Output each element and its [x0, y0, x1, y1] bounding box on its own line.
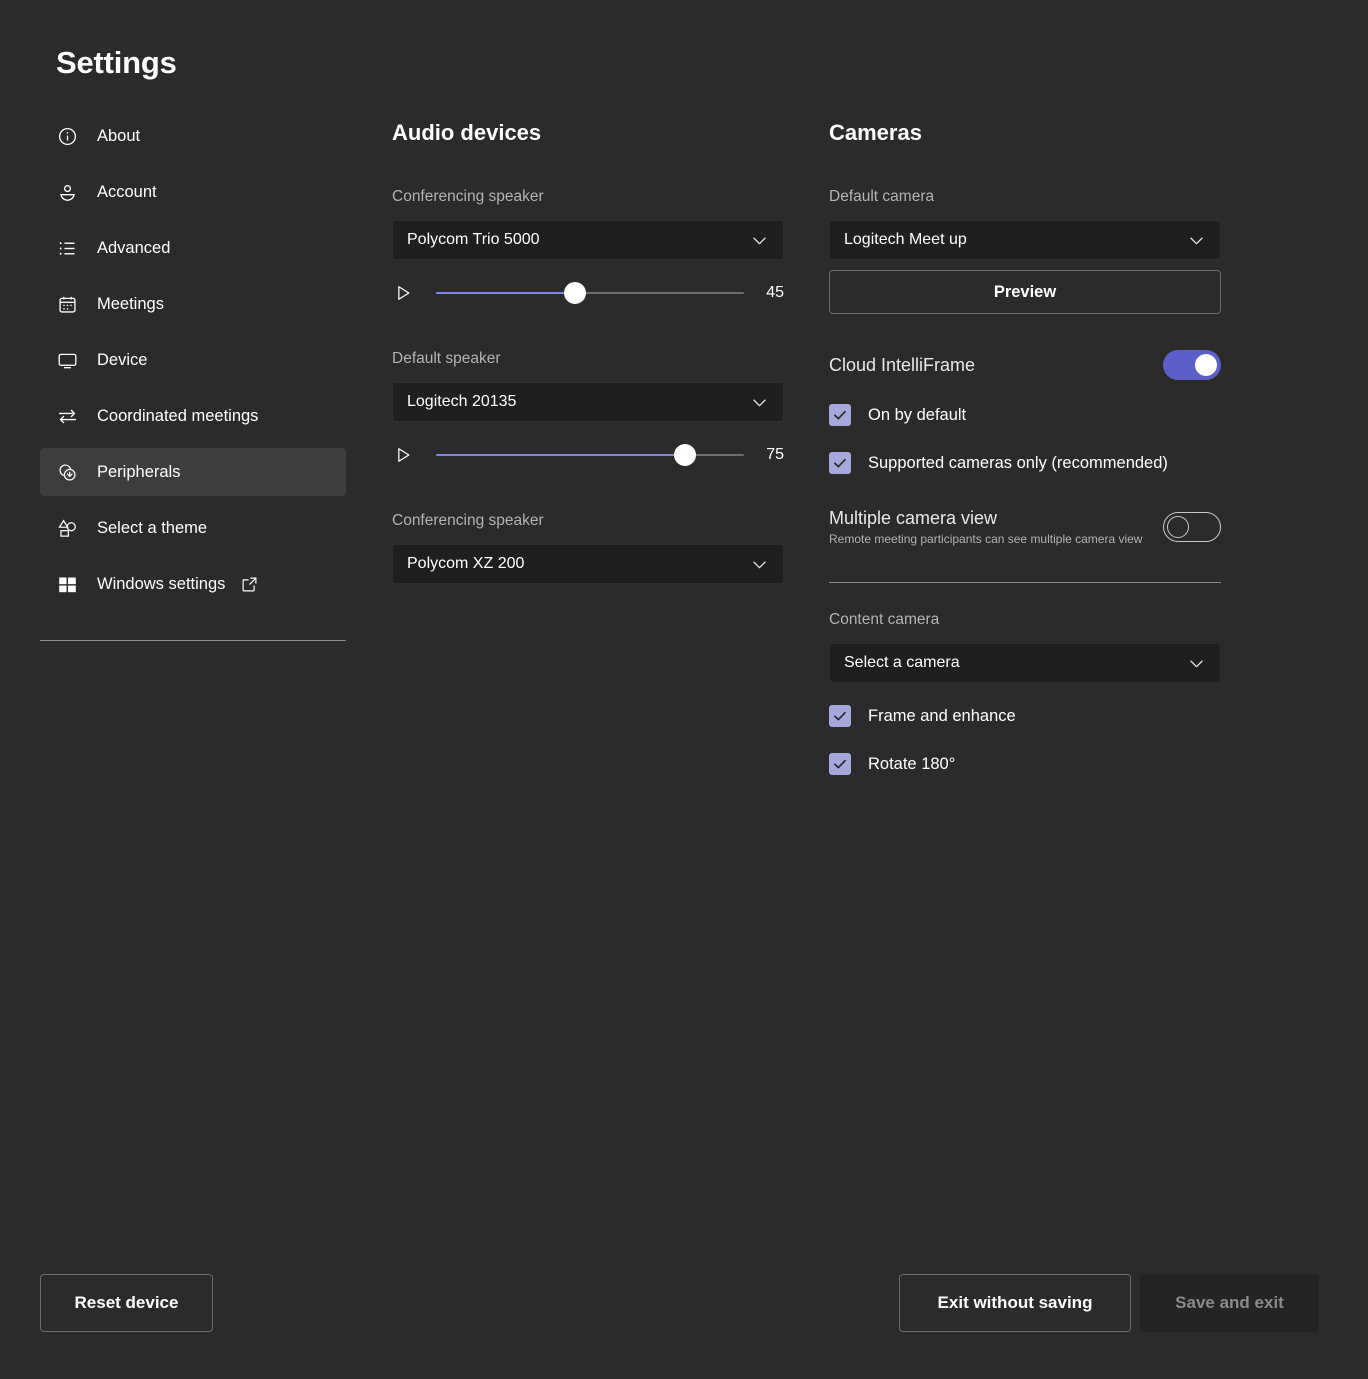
- sidebar-item-peripherals[interactable]: Peripherals: [40, 448, 346, 496]
- calendar-icon: [56, 293, 78, 315]
- supported-cameras-only-label: Supported cameras only (recommended): [868, 453, 1168, 472]
- conferencing-speaker-volume-row: 45: [392, 276, 784, 310]
- chevron-down-icon: [749, 230, 769, 250]
- cameras-section: Cameras Default camera Logitech Meet up …: [829, 120, 1221, 775]
- sidebar-item-label: Peripherals: [97, 462, 181, 481]
- cloud-intelliframe-toggle[interactable]: [1163, 350, 1221, 380]
- sidebar-item-select-a-theme[interactable]: Select a theme: [40, 504, 346, 552]
- audio-devices-heading: Audio devices: [392, 120, 542, 145]
- windows-logo-icon: [56, 573, 78, 595]
- default-speaker-volume-slider[interactable]: [436, 444, 744, 466]
- default-speaker-label: Default speaker: [392, 350, 501, 367]
- sidebar-item-label: Account: [97, 182, 157, 201]
- checkmark-icon: [829, 753, 851, 775]
- conferencing-microphone-value: Polycom XZ 200: [407, 555, 525, 572]
- toggle-knob: [1167, 516, 1189, 538]
- reset-device-button[interactable]: Reset device: [40, 1274, 213, 1332]
- page-title: Settings: [56, 45, 177, 80]
- conferencing-speaker-volume-slider[interactable]: [436, 282, 744, 304]
- multiple-camera-view-text: Multiple camera view Remote meeting part…: [829, 508, 1142, 546]
- content-camera-label: Content camera: [829, 611, 940, 628]
- cameras-heading: Cameras: [829, 120, 922, 145]
- play-icon[interactable]: [392, 282, 414, 304]
- slider-fill: [436, 454, 686, 456]
- default-camera-dropdown[interactable]: Logitech Meet up: [829, 220, 1221, 260]
- external-link-icon: [241, 576, 258, 593]
- info-circle-icon: [56, 125, 78, 147]
- rotate-180-label: Rotate 180°: [868, 754, 956, 773]
- checkmark-icon: [829, 705, 851, 727]
- conferencing-speaker-label: Conferencing speaker: [392, 188, 544, 205]
- multiple-camera-view-toggle[interactable]: [1163, 512, 1221, 542]
- default-speaker-value: Logitech 20135: [407, 393, 517, 410]
- frame-and-enhance-checkbox-row[interactable]: Frame and enhance: [829, 705, 1221, 727]
- exit-without-saving-button[interactable]: Exit without saving: [899, 1274, 1131, 1332]
- default-camera-label: Default camera: [829, 188, 935, 205]
- conferencing-speaker-dropdown[interactable]: Polycom Trio 5000: [392, 220, 784, 260]
- content-camera-value: Select a camera: [844, 654, 960, 671]
- default-speaker-dropdown[interactable]: Logitech 20135: [392, 382, 784, 422]
- conferencing-speaker-volume-value: 45: [766, 284, 784, 301]
- cloud-intelliframe-row: Cloud IntelliFrame: [829, 350, 1221, 380]
- shapes-icon: [56, 517, 78, 539]
- list-icon: [56, 237, 78, 259]
- peripherals-icon: [56, 461, 78, 483]
- settings-sidebar: About Account Advanced Meetings Device C…: [40, 112, 346, 616]
- checkmark-icon: [829, 452, 851, 474]
- sidebar-item-label: Windows settings: [97, 574, 226, 593]
- cloud-intelliframe-label: Cloud IntelliFrame: [829, 354, 976, 375]
- sidebar-divider: [40, 640, 346, 641]
- settings-page: Settings About Account Advanced Meetings…: [0, 0, 1368, 1379]
- sidebar-item-label: About: [97, 126, 141, 145]
- person-icon: [56, 181, 78, 203]
- conferencing-speaker-value: Polycom Trio 5000: [407, 231, 540, 248]
- chevron-down-icon: [749, 392, 769, 412]
- slider-thumb[interactable]: [563, 282, 586, 304]
- chevron-down-icon: [1186, 653, 1206, 673]
- sidebar-item-label: Advanced: [97, 238, 171, 257]
- sidebar-item-advanced[interactable]: Advanced: [40, 224, 346, 272]
- sidebar-item-about[interactable]: About: [40, 112, 346, 160]
- sidebar-item-windows-settings[interactable]: Windows settings: [40, 560, 346, 608]
- chevron-down-icon: [749, 554, 769, 574]
- monitor-icon: [56, 349, 78, 371]
- save-and-exit-button[interactable]: Save and exit: [1140, 1274, 1319, 1332]
- slider-thumb[interactable]: [674, 444, 697, 466]
- sidebar-item-meetings[interactable]: Meetings: [40, 280, 346, 328]
- default-speaker-volume-row: 75: [392, 438, 784, 472]
- conferencing-microphone-label: Conferencing speaker: [392, 512, 544, 529]
- sidebar-item-label: Meetings: [97, 294, 164, 313]
- audio-devices-section: Audio devices Conferencing speaker Polyc…: [392, 120, 784, 584]
- default-camera-value: Logitech Meet up: [844, 231, 967, 248]
- sidebar-item-account[interactable]: Account: [40, 168, 346, 216]
- sidebar-item-label: Coordinated meetings: [97, 406, 259, 425]
- default-speaker-volume-value: 75: [766, 446, 784, 463]
- play-icon[interactable]: [392, 444, 414, 466]
- multiple-camera-view-label: Multiple camera view: [829, 508, 998, 528]
- rotate-180-checkbox-row[interactable]: Rotate 180°: [829, 753, 1221, 775]
- chevron-down-icon: [1186, 230, 1206, 250]
- checkmark-icon: [829, 404, 851, 426]
- arrows-swap-icon: [56, 405, 78, 427]
- content-camera-dropdown[interactable]: Select a camera: [829, 643, 1221, 683]
- frame-and-enhance-label: Frame and enhance: [868, 706, 1016, 725]
- preview-button[interactable]: Preview: [829, 270, 1221, 314]
- toggle-knob: [1195, 354, 1217, 376]
- slider-fill: [436, 292, 575, 294]
- sidebar-item-device[interactable]: Device: [40, 336, 346, 384]
- on-by-default-label: On by default: [868, 405, 967, 424]
- sidebar-item-label: Device: [97, 350, 148, 369]
- multiple-camera-view-description: Remote meeting participants can see mult…: [829, 532, 1143, 546]
- sidebar-item-coordinated-meetings[interactable]: Coordinated meetings: [40, 392, 346, 440]
- multiple-camera-view-row: Multiple camera view Remote meeting part…: [829, 508, 1221, 546]
- conferencing-microphone-dropdown[interactable]: Polycom XZ 200: [392, 544, 784, 584]
- on-by-default-checkbox-row[interactable]: On by default: [829, 404, 1221, 426]
- sidebar-item-label: Select a theme: [97, 518, 208, 537]
- supported-cameras-only-checkbox-row[interactable]: Supported cameras only (recommended): [829, 452, 1221, 474]
